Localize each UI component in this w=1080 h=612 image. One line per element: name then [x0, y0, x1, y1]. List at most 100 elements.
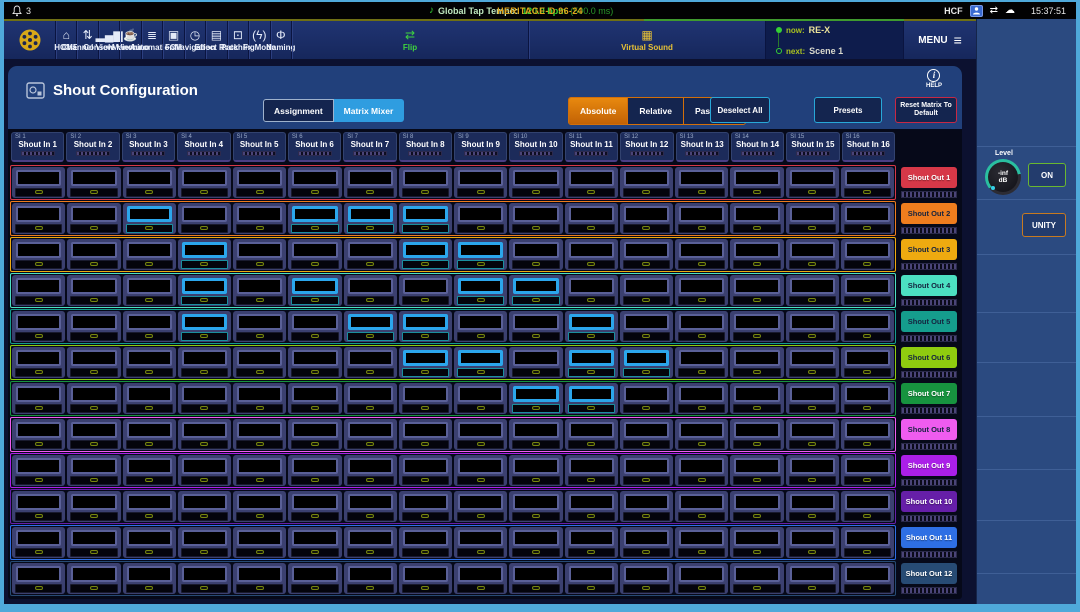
matrix-cell-r7-c2[interactable] — [67, 383, 120, 414]
output-button-9[interactable]: Shout Out 9 — [901, 455, 957, 476]
matrix-cell-r10-c2[interactable] — [67, 491, 120, 522]
input-header-si-14[interactable]: SI 14Shout In 14 — [731, 132, 784, 162]
matrix-cell-r3-c16[interactable] — [841, 239, 894, 270]
input-header-si-1[interactable]: SI 1Shout In 1 — [11, 132, 64, 162]
matrix-cell-r10-c7[interactable] — [344, 491, 397, 522]
matrix-cell-r10-c9[interactable] — [454, 491, 507, 522]
matrix-cell-r2-c9[interactable] — [454, 203, 507, 234]
matrix-cell-r4-c16[interactable] — [841, 275, 894, 306]
matrix-cell-r11-c3[interactable] — [123, 527, 176, 558]
matrix-cell-r1-c14[interactable] — [730, 167, 783, 198]
input-header-si-7[interactable]: SI 7Shout In 7 — [343, 132, 396, 162]
matrix-cell-r11-c7[interactable] — [344, 527, 397, 558]
output-button-4[interactable]: Shout Out 4 — [901, 275, 957, 296]
matrix-cell-r10-c14[interactable] — [730, 491, 783, 522]
matrix-cell-r7-c12[interactable] — [620, 383, 673, 414]
matrix-cell-r1-c11[interactable] — [565, 167, 618, 198]
matrix-cell-r9-c11[interactable] — [565, 455, 618, 486]
matrix-cell-r2-c16[interactable] — [841, 203, 894, 234]
input-header-si-11[interactable]: SI 11Shout In 11 — [565, 132, 618, 162]
matrix-cell-r4-c3[interactable] — [123, 275, 176, 306]
output-button-10[interactable]: Shout Out 10 — [901, 491, 957, 512]
matrix-cell-r6-c4[interactable] — [178, 347, 231, 378]
matrix-cell-r8-c2[interactable] — [67, 419, 120, 450]
matrix-cell-r2-c2[interactable] — [67, 203, 120, 234]
matrix-cell-r5-c5[interactable] — [233, 311, 286, 342]
matrix-cell-r1-c2[interactable] — [67, 167, 120, 198]
matrix-cell-r7-c8[interactable] — [399, 383, 452, 414]
matrix-cell-r1-c4[interactable] — [178, 167, 231, 198]
matrix-cell-r4-c5[interactable] — [233, 275, 286, 306]
matrix-cell-r11-c9[interactable] — [454, 527, 507, 558]
input-header-si-2[interactable]: SI 2Shout In 2 — [66, 132, 119, 162]
matrix-cell-r5-c10[interactable] — [509, 311, 562, 342]
matrix-cell-r10-c16[interactable] — [841, 491, 894, 522]
matrix-cell-r8-c9[interactable] — [454, 419, 507, 450]
matrix-cell-r3-c10[interactable] — [509, 239, 562, 270]
matrix-cell-r11-c4[interactable] — [178, 527, 231, 558]
matrix-cell-r4-c1[interactable] — [12, 275, 65, 306]
matrix-cell-r6-c6[interactable] — [288, 347, 341, 378]
matrix-cell-r4-c8[interactable] — [399, 275, 452, 306]
matrix-cell-r9-c12[interactable] — [620, 455, 673, 486]
matrix-cell-r5-c8[interactable] — [399, 311, 452, 342]
matrix-cell-r8-c5[interactable] — [233, 419, 286, 450]
matrix-cell-r6-c15[interactable] — [786, 347, 839, 378]
matrix-cell-r7-c9[interactable] — [454, 383, 507, 414]
matrix-cell-r9-c10[interactable] — [509, 455, 562, 486]
input-header-si-5[interactable]: SI 5Shout In 5 — [233, 132, 286, 162]
output-button-3[interactable]: Shout Out 3 — [901, 239, 957, 260]
menu-item-virtual-sound[interactable]: ▦ Virtual Sound — [529, 21, 766, 59]
menu-item-automation[interactable]: ≣Automation — [142, 21, 163, 59]
input-header-si-4[interactable]: SI 4Shout In 4 — [177, 132, 230, 162]
matrix-cell-r7-c1[interactable] — [12, 383, 65, 414]
matrix-cell-r10-c10[interactable] — [509, 491, 562, 522]
matrix-cell-r12-c5[interactable] — [233, 563, 286, 594]
matrix-cell-r10-c13[interactable] — [675, 491, 728, 522]
matrix-cell-r2-c14[interactable] — [730, 203, 783, 234]
input-header-si-6[interactable]: SI 6Shout In 6 — [288, 132, 341, 162]
matrix-cell-r1-c13[interactable] — [675, 167, 728, 198]
matrix-cell-r4-c7[interactable] — [344, 275, 397, 306]
matrix-cell-r7-c11[interactable] — [565, 383, 618, 414]
matrix-cell-r5-c9[interactable] — [454, 311, 507, 342]
matrix-cell-r12-c14[interactable] — [730, 563, 783, 594]
matrix-cell-r12-c7[interactable] — [344, 563, 397, 594]
menu-item-foh[interactable]: ▣FOH — [163, 21, 184, 59]
output-button-5[interactable]: Shout Out 5 — [901, 311, 957, 332]
matrix-cell-r1-c8[interactable] — [399, 167, 452, 198]
matrix-cell-r10-c1[interactable] — [12, 491, 65, 522]
on-button[interactable]: ON — [1028, 163, 1066, 187]
matrix-cell-r10-c12[interactable] — [620, 491, 673, 522]
matrix-cell-r1-c9[interactable] — [454, 167, 507, 198]
output-button-12[interactable]: Shout Out 12 — [901, 563, 957, 584]
matrix-cell-r8-c11[interactable] — [565, 419, 618, 450]
matrix-cell-r4-c9[interactable] — [454, 275, 507, 306]
matrix-cell-r12-c10[interactable] — [509, 563, 562, 594]
output-button-6[interactable]: Shout Out 6 — [901, 347, 957, 368]
matrix-cell-r11-c13[interactable] — [675, 527, 728, 558]
output-button-2[interactable]: Shout Out 2 — [901, 203, 957, 224]
matrix-cell-r5-c13[interactable] — [675, 311, 728, 342]
matrix-cell-r7-c7[interactable] — [344, 383, 397, 414]
matrix-cell-r12-c12[interactable] — [620, 563, 673, 594]
matrix-cell-r12-c2[interactable] — [67, 563, 120, 594]
matrix-cell-r3-c8[interactable] — [399, 239, 452, 270]
menu-item-navigation[interactable]: ◷Navigation — [185, 21, 206, 59]
menu-item-patching[interactable]: ⊡Patching — [228, 21, 249, 59]
matrix-cell-r11-c16[interactable] — [841, 527, 894, 558]
matrix-cell-r5-c14[interactable] — [730, 311, 783, 342]
matrix-cell-r11-c2[interactable] — [67, 527, 120, 558]
matrix-cell-r3-c12[interactable] — [620, 239, 673, 270]
output-button-8[interactable]: Shout Out 8 — [901, 419, 957, 440]
menu-item-console-view[interactable]: ▂▄▆Console View — [99, 21, 120, 59]
matrix-cell-r2-c8[interactable] — [399, 203, 452, 234]
matrix-cell-r8-c15[interactable] — [786, 419, 839, 450]
matrix-cell-r5-c6[interactable] — [288, 311, 341, 342]
matrix-cell-r9-c1[interactable] — [12, 455, 65, 486]
brand-logo[interactable] — [4, 21, 56, 59]
scene-display[interactable]: now: RE-X next: Scene 1 — [766, 21, 904, 59]
matrix-cell-r5-c16[interactable] — [841, 311, 894, 342]
unity-button[interactable]: UNITY — [1022, 213, 1066, 237]
matrix-cell-r5-c2[interactable] — [67, 311, 120, 342]
